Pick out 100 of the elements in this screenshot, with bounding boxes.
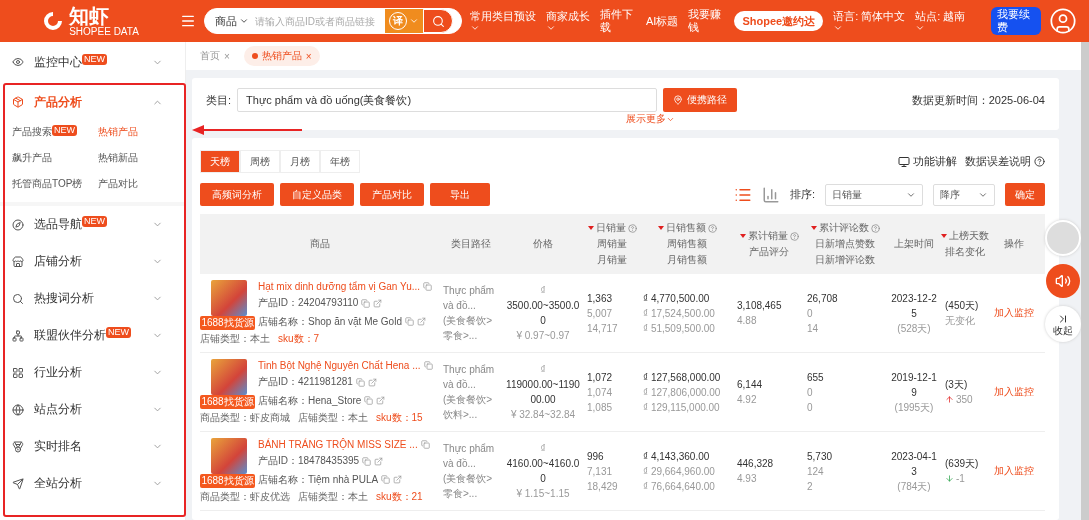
nav-link[interactable]: 我要赚钱 — [688, 8, 725, 34]
sort-field-select[interactable]: 日销量 — [825, 183, 923, 206]
help-link[interactable]: 数据误差说明 — [965, 154, 1045, 169]
category-field[interactable]: Thực phẩm và đồ uống(美食餐饮) — [237, 88, 658, 112]
new-badge: NEW — [106, 327, 131, 338]
sidebar-item[interactable]: 实时排名 — [0, 428, 185, 465]
path-button[interactable]: 便携路径 — [663, 88, 738, 112]
menu-item-icon — [12, 56, 24, 68]
breadcrumb-tab[interactable]: 热销产品 × — [243, 46, 320, 66]
add-monitor-link[interactable]: 加入监控 — [994, 385, 1034, 399]
submenu-item[interactable]: 托管商品TOP榜 — [12, 174, 98, 194]
copy-icon[interactable] — [420, 440, 430, 450]
column-header[interactable]: 日销量 — [587, 220, 637, 236]
show-more-link[interactable]: 展示更多 — [626, 112, 675, 126]
product-title[interactable]: Tinh Bột Nghệ Nguyên Chất Hena ... — [258, 360, 421, 372]
help-link[interactable]: 功能讲解 — [898, 154, 957, 169]
sidebar-item[interactable]: 全站分析 — [0, 465, 185, 502]
column-header[interactable]: 累计评论数 — [810, 220, 880, 236]
sidebar-item[interactable]: 店铺分析 — [0, 243, 185, 280]
total-sales: 6,144 — [737, 378, 763, 392]
period-tab[interactable]: 周榜 — [240, 150, 280, 173]
column-header[interactable]: 日销售额 — [657, 220, 717, 236]
product-title[interactable]: BÁNH TRÁNG TRỘN MISS SIZE ... — [258, 439, 418, 451]
menu-item-icon — [12, 255, 24, 268]
action-button[interactable]: 导出 — [430, 183, 490, 206]
copy-icon[interactable] — [362, 457, 372, 466]
sidebar-item[interactable]: 热搜词分析 — [0, 280, 185, 317]
help-icon[interactable] — [789, 231, 799, 241]
submenu-item[interactable]: 飙升产品 — [12, 148, 98, 168]
help-icon[interactable] — [870, 223, 880, 233]
copy-icon[interactable] — [381, 475, 391, 485]
copy-icon[interactable] — [423, 361, 433, 371]
nav-dropdown[interactable]: 常用类目预设 — [470, 9, 536, 33]
scope-dropdown[interactable]: 商品 — [205, 13, 253, 29]
copy-icon[interactable] — [361, 299, 371, 308]
column-header[interactable]: 上榜天数 — [941, 228, 989, 244]
nav-dropdown[interactable]: 商家成长 — [546, 9, 590, 33]
nav-dropdown[interactable]: 语言: 简体中文 — [833, 9, 906, 33]
menu-item-icon — [12, 477, 24, 490]
action-button[interactable]: 自定义品类 — [280, 183, 354, 206]
rating-value: 4.92 — [737, 393, 757, 407]
action-button[interactable]: 高频词分析 — [200, 183, 274, 206]
sidebar-item[interactable]: 行业分析 — [0, 354, 185, 391]
chart-view-icon[interactable] — [761, 185, 780, 204]
add-monitor-link[interactable]: 加入监控 — [994, 306, 1034, 320]
photo-placeholder — [211, 280, 247, 316]
invite-button[interactable]: Shopee邀约达 — [734, 11, 824, 31]
listed-age: (784天) — [897, 479, 931, 494]
avatar-icon[interactable] — [1049, 7, 1077, 35]
submenu-item[interactable]: 热销产品 — [98, 122, 178, 142]
scrollbar[interactable] — [1081, 42, 1089, 520]
column-header[interactable]: 累计销量 — [739, 228, 799, 244]
nav-link[interactable]: 插件下载 — [600, 8, 636, 34]
submenu-item[interactable]: 产品对比 — [98, 174, 178, 194]
sales-value: 1,072 — [587, 370, 613, 385]
avatar-placeholder[interactable] — [1045, 220, 1081, 256]
nav-link[interactable]: AI标题 — [646, 14, 679, 28]
collapse-button[interactable]: 收起 — [1045, 306, 1081, 342]
period-tab[interactable]: 天榜 — [200, 150, 240, 173]
source-badge[interactable]: 1688找货源 — [200, 316, 255, 330]
external-link-icon[interactable] — [374, 457, 384, 466]
renew-button[interactable]: 我要续费 — [991, 7, 1041, 35]
period-tab[interactable]: 月榜 — [280, 150, 320, 173]
ranked-days: (639天) — [945, 456, 979, 471]
sort-order-select[interactable]: 降序 — [933, 183, 995, 206]
menu-icon[interactable] — [180, 13, 196, 29]
external-link-icon[interactable] — [373, 299, 383, 308]
search-button[interactable] — [423, 9, 453, 33]
period-tab[interactable]: 年榜 — [320, 150, 360, 173]
product-meta: 商品类型：虾皮优选 — [200, 490, 290, 504]
submenu-item[interactable]: 热销新品 — [98, 148, 178, 168]
product-meta: 店铺类型：本土 — [298, 411, 368, 425]
add-monitor-link[interactable]: 加入监控 — [994, 464, 1034, 478]
sales-value: 1,074 — [587, 385, 613, 400]
confirm-button[interactable]: 确定 — [1005, 183, 1045, 206]
price-cny: ¥ 32.84~32.84 — [510, 408, 576, 422]
copy-icon[interactable] — [364, 396, 374, 406]
up-arrow-icon — [945, 395, 954, 404]
copy-icon[interactable] — [423, 282, 433, 292]
menu-item-icon — [12, 440, 24, 453]
help-icon[interactable] — [707, 223, 717, 233]
search-field[interactable]: 商品 请输入商品ID或者商品链接 译 — [204, 8, 462, 34]
currency-symbol: ₫ — [540, 363, 546, 377]
copy-icon[interactable] — [404, 317, 414, 327]
column-header: 周销量 — [597, 237, 627, 251]
nav-dropdown[interactable]: 站点: 越南 — [915, 9, 966, 33]
action-button[interactable]: 产品对比 — [360, 183, 424, 206]
source-badge[interactable]: 1688找货源 — [200, 395, 255, 409]
help-icon[interactable] — [627, 223, 637, 233]
external-link-icon[interactable] — [376, 396, 386, 406]
external-link-icon[interactable] — [416, 317, 426, 327]
product-title[interactable]: Hạt mix dinh dưỡng tẩm vị Gan Yu... — [258, 281, 421, 293]
external-link-icon[interactable] — [367, 378, 377, 387]
sidebar-item[interactable]: 产品分析 — [0, 82, 185, 122]
copy-icon[interactable] — [355, 378, 365, 387]
sidebar-item[interactable]: 站点分析 — [0, 391, 185, 428]
revenue-value: ₫ 4,770,500.00 — [643, 291, 710, 306]
source-badge[interactable]: 1688找货源 — [200, 474, 255, 488]
external-link-icon[interactable] — [393, 475, 403, 485]
speaker-button[interactable] — [1046, 264, 1080, 298]
